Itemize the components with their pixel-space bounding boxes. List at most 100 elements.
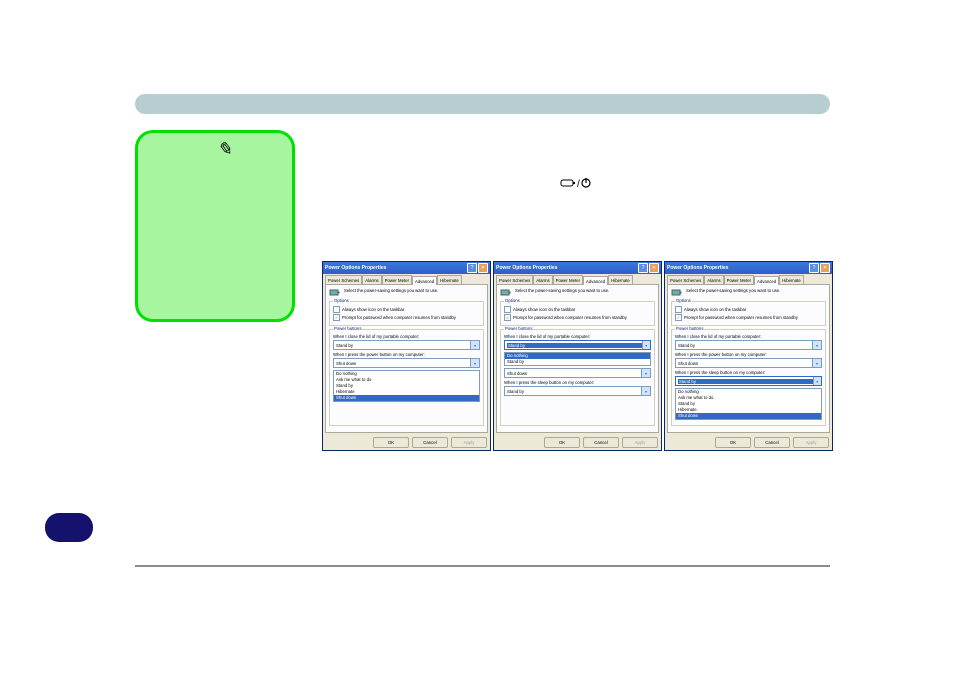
chevron-down-icon: ▾	[812, 341, 821, 349]
checkbox-show-icon[interactable]: Always show icon on the taskbar	[504, 306, 651, 313]
question-power: When I press the power button on my comp…	[333, 352, 480, 357]
power-options-list[interactable]: Do nothing Ask me what to do Stand by Hi…	[333, 370, 480, 402]
checkbox-label: Prompt for password when computer resume…	[684, 315, 798, 320]
combo-value: Stand by	[336, 343, 353, 348]
combo-power[interactable]: Shut down ▾	[504, 368, 651, 378]
tab-hibernate[interactable]: Hibernate	[437, 275, 462, 284]
checkbox-show-icon[interactable]: Always show icon on the taskbar	[333, 306, 480, 313]
tab-panel: Select the power-saving settings you wan…	[496, 284, 659, 433]
tab-advanced[interactable]: Advanced	[412, 276, 437, 285]
option-standby[interactable]: Stand by	[505, 359, 650, 365]
help-button[interactable]: ?	[809, 263, 819, 273]
combo-sleep[interactable]: Stand by ▾	[675, 376, 822, 386]
pencil-icon: ✎	[217, 139, 232, 160]
options-legend: Options	[333, 298, 350, 303]
sleep-options-list[interactable]: Do nothing Ask me what to do Stand by Hi…	[675, 388, 822, 420]
tab-power-schemes[interactable]: Power Schemes	[325, 275, 362, 284]
tab-power-meter[interactable]: Power Meter	[382, 275, 412, 284]
cancel-button[interactable]: Cancel	[754, 437, 790, 448]
options-legend: Options	[504, 298, 521, 303]
tab-power-meter[interactable]: Power Meter	[724, 275, 754, 284]
intro-row: Select the power-saving settings you wan…	[329, 288, 484, 298]
close-button[interactable]: ✕	[478, 263, 488, 273]
note-callout: ✎	[135, 130, 295, 322]
page-number-pill	[45, 513, 93, 542]
window-title: Power Options Properties	[496, 265, 557, 271]
intro-text: Select the power-saving settings you wan…	[344, 288, 438, 293]
lid-options-list[interactable]: Do nothing Stand by	[504, 352, 651, 366]
checkbox-prompt-password[interactable]: ✓ Prompt for password when computer resu…	[504, 314, 651, 321]
checkbox-prompt-password[interactable]: ✓ Prompt for password when computer resu…	[333, 314, 480, 321]
tab-power-schemes[interactable]: Power Schemes	[667, 275, 704, 284]
power-buttons-legend: Power buttons	[675, 326, 704, 331]
ok-button[interactable]: OK	[373, 437, 409, 448]
tab-hibernate[interactable]: Hibernate	[608, 275, 633, 284]
help-button[interactable]: ?	[467, 263, 477, 273]
chevron-down-icon: ▾	[641, 369, 650, 377]
combo-value: Shut down	[336, 361, 356, 366]
title-bar: Power Options Properties ? ✕	[494, 262, 661, 274]
options-group: Options Always show icon on the taskbar …	[500, 301, 655, 326]
battery-icon	[671, 288, 683, 298]
tab-power-schemes[interactable]: Power Schemes	[496, 275, 533, 284]
combo-value: Shut down	[507, 371, 527, 376]
cancel-button[interactable]: Cancel	[583, 437, 619, 448]
power-options-dialog-1: Power Options Properties ? ✕ Power Schem…	[322, 261, 491, 451]
tab-alarms[interactable]: Alarms	[704, 275, 723, 284]
checkbox-show-icon[interactable]: Always show icon on the taskbar	[675, 306, 822, 313]
question-lid: When I close the lid of my portable comp…	[333, 334, 480, 339]
question-power: When I press the power button on my comp…	[675, 352, 822, 357]
checkbox-box	[675, 306, 682, 313]
checkbox-label: Always show icon on the taskbar	[513, 307, 575, 312]
ok-button[interactable]: OK	[544, 437, 580, 448]
combo-value: Shut down	[678, 361, 698, 366]
tab-advanced[interactable]: Advanced	[754, 276, 779, 285]
checkbox-label: Always show icon on the taskbar	[342, 307, 404, 312]
checkbox-label: Prompt for password when computer resume…	[342, 315, 456, 320]
cancel-button[interactable]: Cancel	[412, 437, 448, 448]
tab-advanced[interactable]: Advanced	[583, 276, 608, 285]
footer-rule	[135, 565, 830, 567]
apply-button: Apply	[793, 437, 829, 448]
tab-hibernate[interactable]: Hibernate	[779, 275, 804, 284]
checkbox-box: ✓	[504, 314, 511, 321]
question-lid: When I close the lid of my portable comp…	[504, 334, 651, 339]
option-shutdown[interactable]: Shut down	[676, 413, 821, 419]
tab-strip: Power Schemes Alarms Power Meter Advance…	[323, 274, 490, 284]
window-title: Power Options Properties	[667, 265, 728, 271]
power-buttons-group: Power buttons When I close the lid of my…	[500, 329, 655, 426]
power-buttons-group: Power buttons When I close the lid of my…	[671, 329, 826, 426]
close-button[interactable]: ✕	[649, 263, 659, 273]
checkbox-box	[333, 306, 340, 313]
ok-button[interactable]: OK	[715, 437, 751, 448]
combo-sleep[interactable]: Stand by ▾	[504, 386, 651, 396]
dialog-buttons: OK Cancel Apply	[665, 435, 832, 450]
chevron-down-icon: ▾	[813, 377, 821, 385]
combo-lid[interactable]: Stand by ▾	[675, 340, 822, 350]
power-options-dialog-3: Power Options Properties ? ✕ Power Schem…	[664, 261, 833, 451]
option-shutdown[interactable]: Shut down	[334, 395, 479, 401]
svg-text:/: /	[577, 179, 580, 190]
close-button[interactable]: ✕	[820, 263, 830, 273]
combo-lid[interactable]: Stand by ▾	[333, 340, 480, 350]
combo-lid[interactable]: Stand by ▾	[504, 340, 651, 350]
help-button[interactable]: ?	[638, 263, 648, 273]
tab-alarms[interactable]: Alarms	[362, 275, 381, 284]
combo-value: Stand by	[507, 343, 642, 348]
power-buttons-legend: Power buttons	[504, 326, 533, 331]
tab-power-meter[interactable]: Power Meter	[553, 275, 583, 284]
combo-power[interactable]: Shut down ▾	[333, 358, 480, 368]
checkbox-label: Always show icon on the taskbar	[684, 307, 746, 312]
tab-panel: Select the power-saving settings you wan…	[667, 284, 830, 433]
window-title: Power Options Properties	[325, 265, 386, 271]
options-group: Options Always show icon on the taskbar …	[329, 301, 484, 326]
checkbox-prompt-password[interactable]: ✓ Prompt for password when computer resu…	[675, 314, 822, 321]
intro-row: Select the power-saving settings you wan…	[671, 288, 826, 298]
battery-icon	[329, 288, 341, 298]
combo-value: Stand by	[678, 343, 695, 348]
combo-power[interactable]: Shut down ▾	[675, 358, 822, 368]
tab-alarms[interactable]: Alarms	[533, 275, 552, 284]
tab-strip: Power Schemes Alarms Power Meter Advance…	[665, 274, 832, 284]
section-heading-bar	[135, 94, 830, 114]
intro-row: Select the power-saving settings you wan…	[500, 288, 655, 298]
